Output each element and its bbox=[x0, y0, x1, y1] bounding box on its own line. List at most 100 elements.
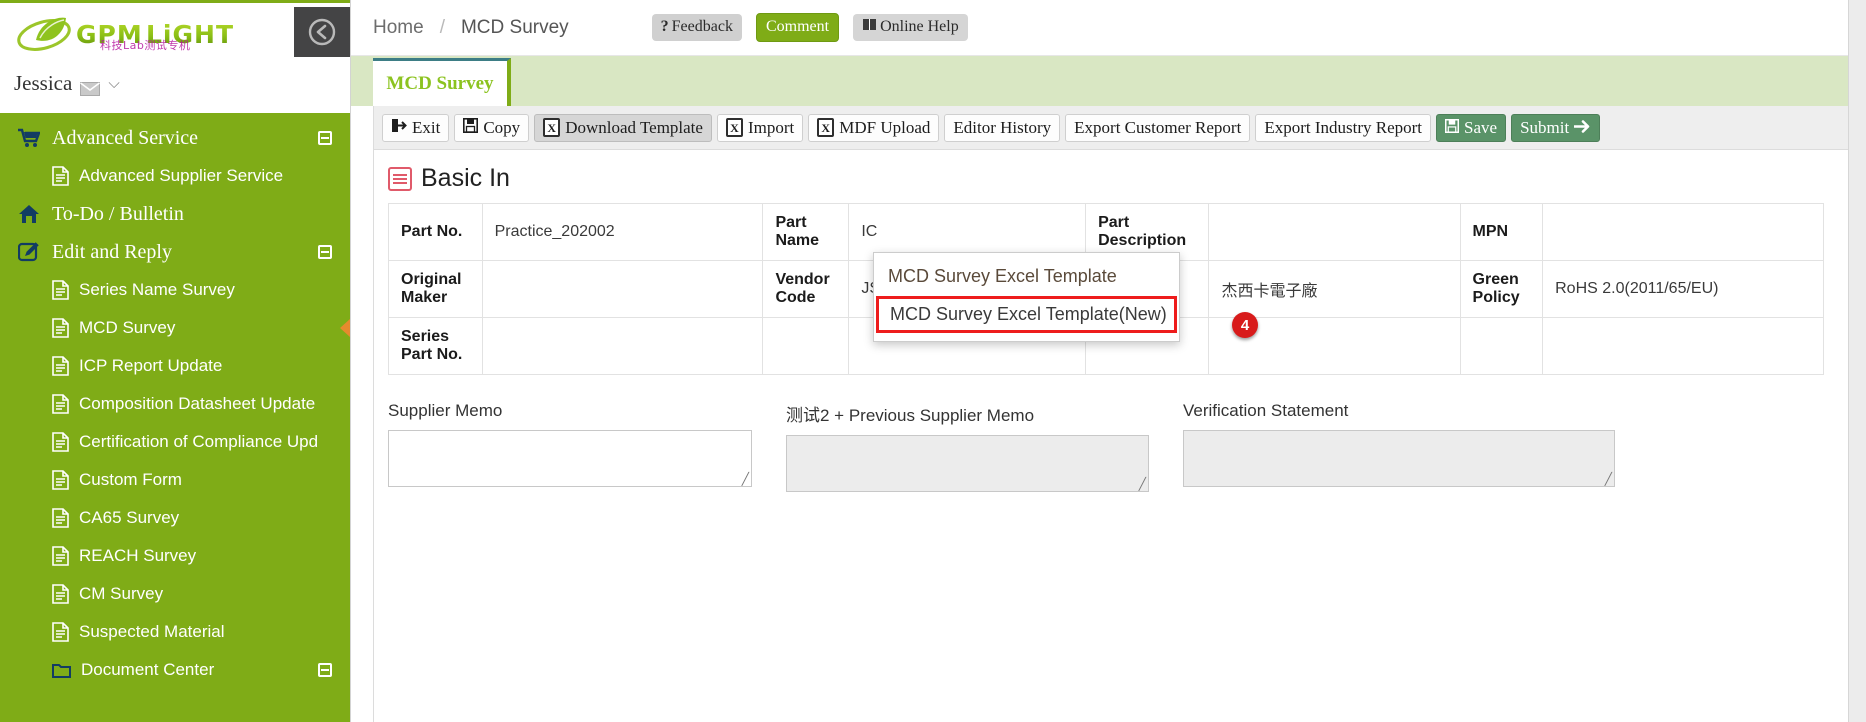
collapse-toggle-icon[interactable] bbox=[318, 131, 332, 145]
user-menu[interactable]: Jessica ⌵ bbox=[14, 71, 120, 96]
home-icon bbox=[18, 204, 40, 224]
document-icon bbox=[52, 394, 69, 414]
exit-icon bbox=[391, 118, 407, 138]
envelope-icon[interactable] bbox=[80, 77, 101, 96]
sidebar-item-icp-report-update[interactable]: ICP Report Update bbox=[0, 347, 350, 385]
exit-button[interactable]: Exit bbox=[382, 113, 450, 142]
cell-value-supplier-name[interactable]: 杰西卡電子廠 bbox=[1208, 260, 1461, 318]
sidebar-item-label: Suspected Material bbox=[79, 622, 225, 641]
sidebar-item-composition-datasheet-update[interactable]: Composition Datasheet Update bbox=[0, 385, 350, 423]
dropdown-item-mcd-survey-excel-template-new[interactable]: MCD Survey Excel Template(New) bbox=[876, 296, 1177, 333]
cell-label-series-part-no: Series Part No. bbox=[388, 317, 483, 375]
cell-value-part-no[interactable]: Practice_202002 bbox=[481, 203, 764, 261]
collapse-toggle-icon[interactable] bbox=[318, 245, 332, 259]
cell-value-part-description[interactable] bbox=[1208, 203, 1461, 261]
active-pointer-icon bbox=[340, 319, 350, 337]
document-icon bbox=[52, 470, 69, 490]
sidebar-item-ca65-survey[interactable]: CA65 Survey bbox=[0, 499, 350, 537]
sidebar-item-label: Advanced Supplier Service bbox=[79, 166, 284, 185]
page-right-edge bbox=[1848, 0, 1866, 722]
cell-label-part-no: Part No. bbox=[388, 203, 483, 261]
sidebar-item-suspected-material[interactable]: Suspected Material bbox=[0, 613, 350, 651]
sidebar-item-label: Edit and Reply bbox=[52, 240, 172, 263]
import-label: Import bbox=[747, 117, 795, 137]
cell-label-empty-3 bbox=[1459, 317, 1544, 375]
content-panel: Exit Copy X Download Template X Import X… bbox=[373, 106, 1866, 722]
sidebar-item-mcd-survey[interactable]: MCD Survey bbox=[0, 309, 350, 347]
sidebar-item-reach-survey[interactable]: REACH Survey bbox=[0, 537, 350, 575]
arrow-right-icon bbox=[1572, 118, 1591, 138]
breadcrumb-current: MCD Survey bbox=[460, 16, 569, 38]
dropdown-item-mcd-survey-excel-template[interactable]: MCD Survey Excel Template bbox=[874, 259, 1179, 294]
resize-grip-icon[interactable]: ╱ bbox=[1605, 473, 1612, 485]
verification-statement-input[interactable]: ╱ bbox=[1183, 430, 1615, 487]
editor-history-button[interactable]: Editor History bbox=[944, 113, 1061, 142]
sidebar-collapse-button[interactable] bbox=[294, 7, 350, 57]
copy-button[interactable]: Copy bbox=[454, 113, 530, 142]
sidebar-item-todo-bulletin[interactable]: To-Do / Bulletin bbox=[0, 195, 350, 233]
cell-value-empty-3[interactable] bbox=[1542, 317, 1824, 375]
copy-label: Copy bbox=[483, 117, 521, 137]
cell-label-vendor-code: Vendor Code bbox=[762, 260, 850, 318]
sidebar-item-label: To-Do / Bulletin bbox=[52, 202, 184, 225]
cell-value-green-policy[interactable]: RoHS 2.0(2011/65/EU) bbox=[1542, 260, 1824, 318]
sidebar-item-custom-form[interactable]: Custom Form bbox=[0, 461, 350, 499]
mdf-upload-button[interactable]: X MDF Upload bbox=[808, 113, 940, 142]
save-button[interactable]: Save bbox=[1436, 113, 1507, 142]
resize-grip-icon[interactable]: ╱ bbox=[742, 473, 749, 485]
import-button[interactable]: X Import bbox=[716, 113, 804, 142]
document-icon bbox=[52, 622, 69, 642]
app-root: GPM LiGHT 科技Lab测试专机 Jessica ⌵ Advanced S… bbox=[0, 0, 1866, 722]
cell-value-series-part-no[interactable] bbox=[481, 317, 764, 375]
memo-label: Supplier Memo bbox=[388, 401, 503, 420]
feedback-label: Feedback bbox=[671, 18, 733, 36]
cell-value-original-maker[interactable] bbox=[481, 260, 764, 318]
previous-supplier-memo-input[interactable]: ╱ bbox=[786, 435, 1149, 492]
memo-verification-statement: Verification Statement ╱ bbox=[1183, 401, 1615, 492]
page-title: Basic In bbox=[421, 164, 510, 192]
page-body: MCD Survey Exit Copy X Download Template… bbox=[351, 56, 1866, 722]
download-template-dropdown[interactable]: MCD Survey Excel Template MCD Survey Exc… bbox=[873, 252, 1180, 342]
sidebar-item-document-center[interactable]: Document Center bbox=[0, 651, 350, 689]
cart-icon bbox=[18, 128, 40, 148]
brand-area: GPM LiGHT 科技Lab测试专机 Jessica ⌵ bbox=[0, 3, 350, 113]
tab-strip: MCD Survey bbox=[351, 56, 1866, 106]
document-icon bbox=[52, 356, 69, 376]
feedback-button[interactable]: ? Feedback bbox=[651, 14, 742, 41]
sidebar-item-advanced-service[interactable]: Advanced Service bbox=[0, 119, 350, 157]
cell-label-mpn: MPN bbox=[1459, 203, 1544, 261]
sidebar-item-edit-and-reply[interactable]: Edit and Reply bbox=[0, 233, 350, 271]
sidebar-item-label: REACH Survey bbox=[79, 546, 197, 565]
sidebar: GPM LiGHT 科技Lab测试专机 Jessica ⌵ Advanced S… bbox=[0, 0, 350, 722]
list-icon bbox=[388, 166, 412, 191]
sidebar-item-cm-survey[interactable]: CM Survey bbox=[0, 575, 350, 613]
edit-icon bbox=[18, 242, 40, 262]
memo-supplier: Supplier Memo ╱ bbox=[388, 401, 752, 492]
collapse-toggle-icon[interactable] bbox=[318, 663, 332, 677]
memo-label: 测试2 + Previous Supplier Memo bbox=[786, 406, 1035, 425]
sidebar-nav: Advanced Service Advanced Supplier Servi… bbox=[0, 113, 350, 722]
sidebar-item-certification-of-compliance-update[interactable]: Certification of Compliance Upd bbox=[0, 423, 350, 461]
download-template-button[interactable]: X Download Template bbox=[534, 113, 712, 142]
export-industry-report-button[interactable]: Export Industry Report bbox=[1255, 113, 1432, 142]
submit-button[interactable]: Submit bbox=[1511, 113, 1601, 142]
tab-mcd-survey[interactable]: MCD Survey bbox=[373, 58, 511, 106]
logo-subtitle: 科技Lab测试专机 bbox=[100, 39, 191, 52]
comment-button[interactable]: Comment bbox=[755, 13, 840, 42]
chevron-down-icon[interactable]: ⌵ bbox=[108, 75, 119, 93]
sidebar-item-label: Custom Form bbox=[79, 470, 182, 489]
cell-label-green-policy: Green Policy bbox=[1459, 260, 1544, 318]
document-icon bbox=[52, 280, 69, 300]
exit-label: Exit bbox=[412, 117, 441, 137]
breadcrumb-separator: / bbox=[439, 16, 445, 38]
export-customer-report-button[interactable]: Export Customer Report bbox=[1065, 113, 1251, 142]
sidebar-item-advanced-supplier-service[interactable]: Advanced Supplier Service bbox=[0, 157, 350, 195]
section-header: Basic In bbox=[374, 150, 1866, 203]
sidebar-item-label: ICP Report Update bbox=[79, 356, 223, 375]
breadcrumb-home[interactable]: Home bbox=[373, 17, 424, 39]
online-help-button[interactable]: Online Help bbox=[853, 14, 968, 41]
supplier-memo-input[interactable]: ╱ bbox=[388, 430, 752, 487]
sidebar-item-series-name-survey[interactable]: Series Name Survey bbox=[0, 271, 350, 309]
resize-grip-icon[interactable]: ╱ bbox=[1139, 478, 1146, 490]
cell-value-mpn[interactable] bbox=[1542, 203, 1824, 261]
